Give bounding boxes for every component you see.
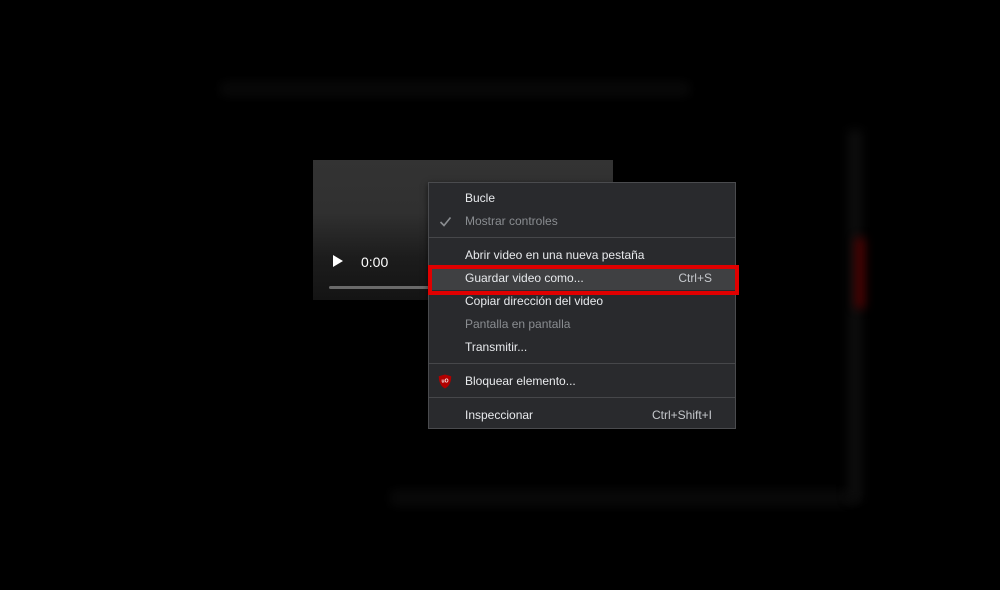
menu-item-inspect[interactable]: Inspeccionar Ctrl+Shift+I bbox=[429, 404, 735, 427]
menu-item-shortcut: Ctrl+S bbox=[678, 271, 712, 285]
menu-item-label: Mostrar controles bbox=[465, 214, 558, 228]
menu-separator bbox=[429, 397, 735, 398]
menu-item-save-video-as[interactable]: Guardar video como... Ctrl+S bbox=[429, 267, 735, 290]
menu-separator bbox=[429, 237, 735, 238]
window-shadow-right bbox=[848, 130, 862, 500]
menu-item-copy-video-address[interactable]: Copiar dirección del video bbox=[429, 290, 735, 313]
menu-separator bbox=[429, 363, 735, 364]
red-glow-accent bbox=[856, 238, 864, 308]
menu-item-shortcut: Ctrl+Shift+I bbox=[651, 408, 712, 422]
menu-item-label: Bloquear elemento... bbox=[465, 374, 576, 388]
menu-item-label: Pantalla en pantalla bbox=[465, 317, 571, 331]
menu-item-show-controls[interactable]: Mostrar controles bbox=[429, 210, 735, 233]
check-icon bbox=[439, 216, 452, 227]
play-icon[interactable] bbox=[333, 255, 343, 267]
window-shadow-bottom bbox=[390, 490, 860, 506]
context-menu: Bucle Mostrar controles Abrir video en u… bbox=[428, 182, 736, 429]
menu-item-open-video-new-tab[interactable]: Abrir video en una nueva pestaña bbox=[429, 244, 735, 267]
menu-item-cast[interactable]: Transmitir... bbox=[429, 336, 735, 359]
window-shadow-top bbox=[220, 82, 690, 96]
menu-item-loop[interactable]: Bucle bbox=[429, 187, 735, 210]
menu-item-block-element[interactable]: uO Bloquear elemento... bbox=[429, 370, 735, 393]
menu-item-label: Guardar video como... bbox=[465, 271, 584, 285]
menu-item-picture-in-picture[interactable]: Pantalla en pantalla bbox=[429, 313, 735, 336]
video-time-display: 0:00 bbox=[361, 254, 389, 270]
ublock-logo-text: uO bbox=[442, 379, 449, 385]
menu-item-label: Inspeccionar bbox=[465, 408, 534, 422]
menu-item-label: Bucle bbox=[465, 191, 496, 205]
menu-item-label: Copiar dirección del video bbox=[465, 294, 604, 308]
menu-item-label: Abrir video en una nueva pestaña bbox=[465, 248, 645, 262]
ublock-origin-icon: uO bbox=[438, 374, 452, 389]
menu-item-label: Transmitir... bbox=[465, 340, 528, 354]
